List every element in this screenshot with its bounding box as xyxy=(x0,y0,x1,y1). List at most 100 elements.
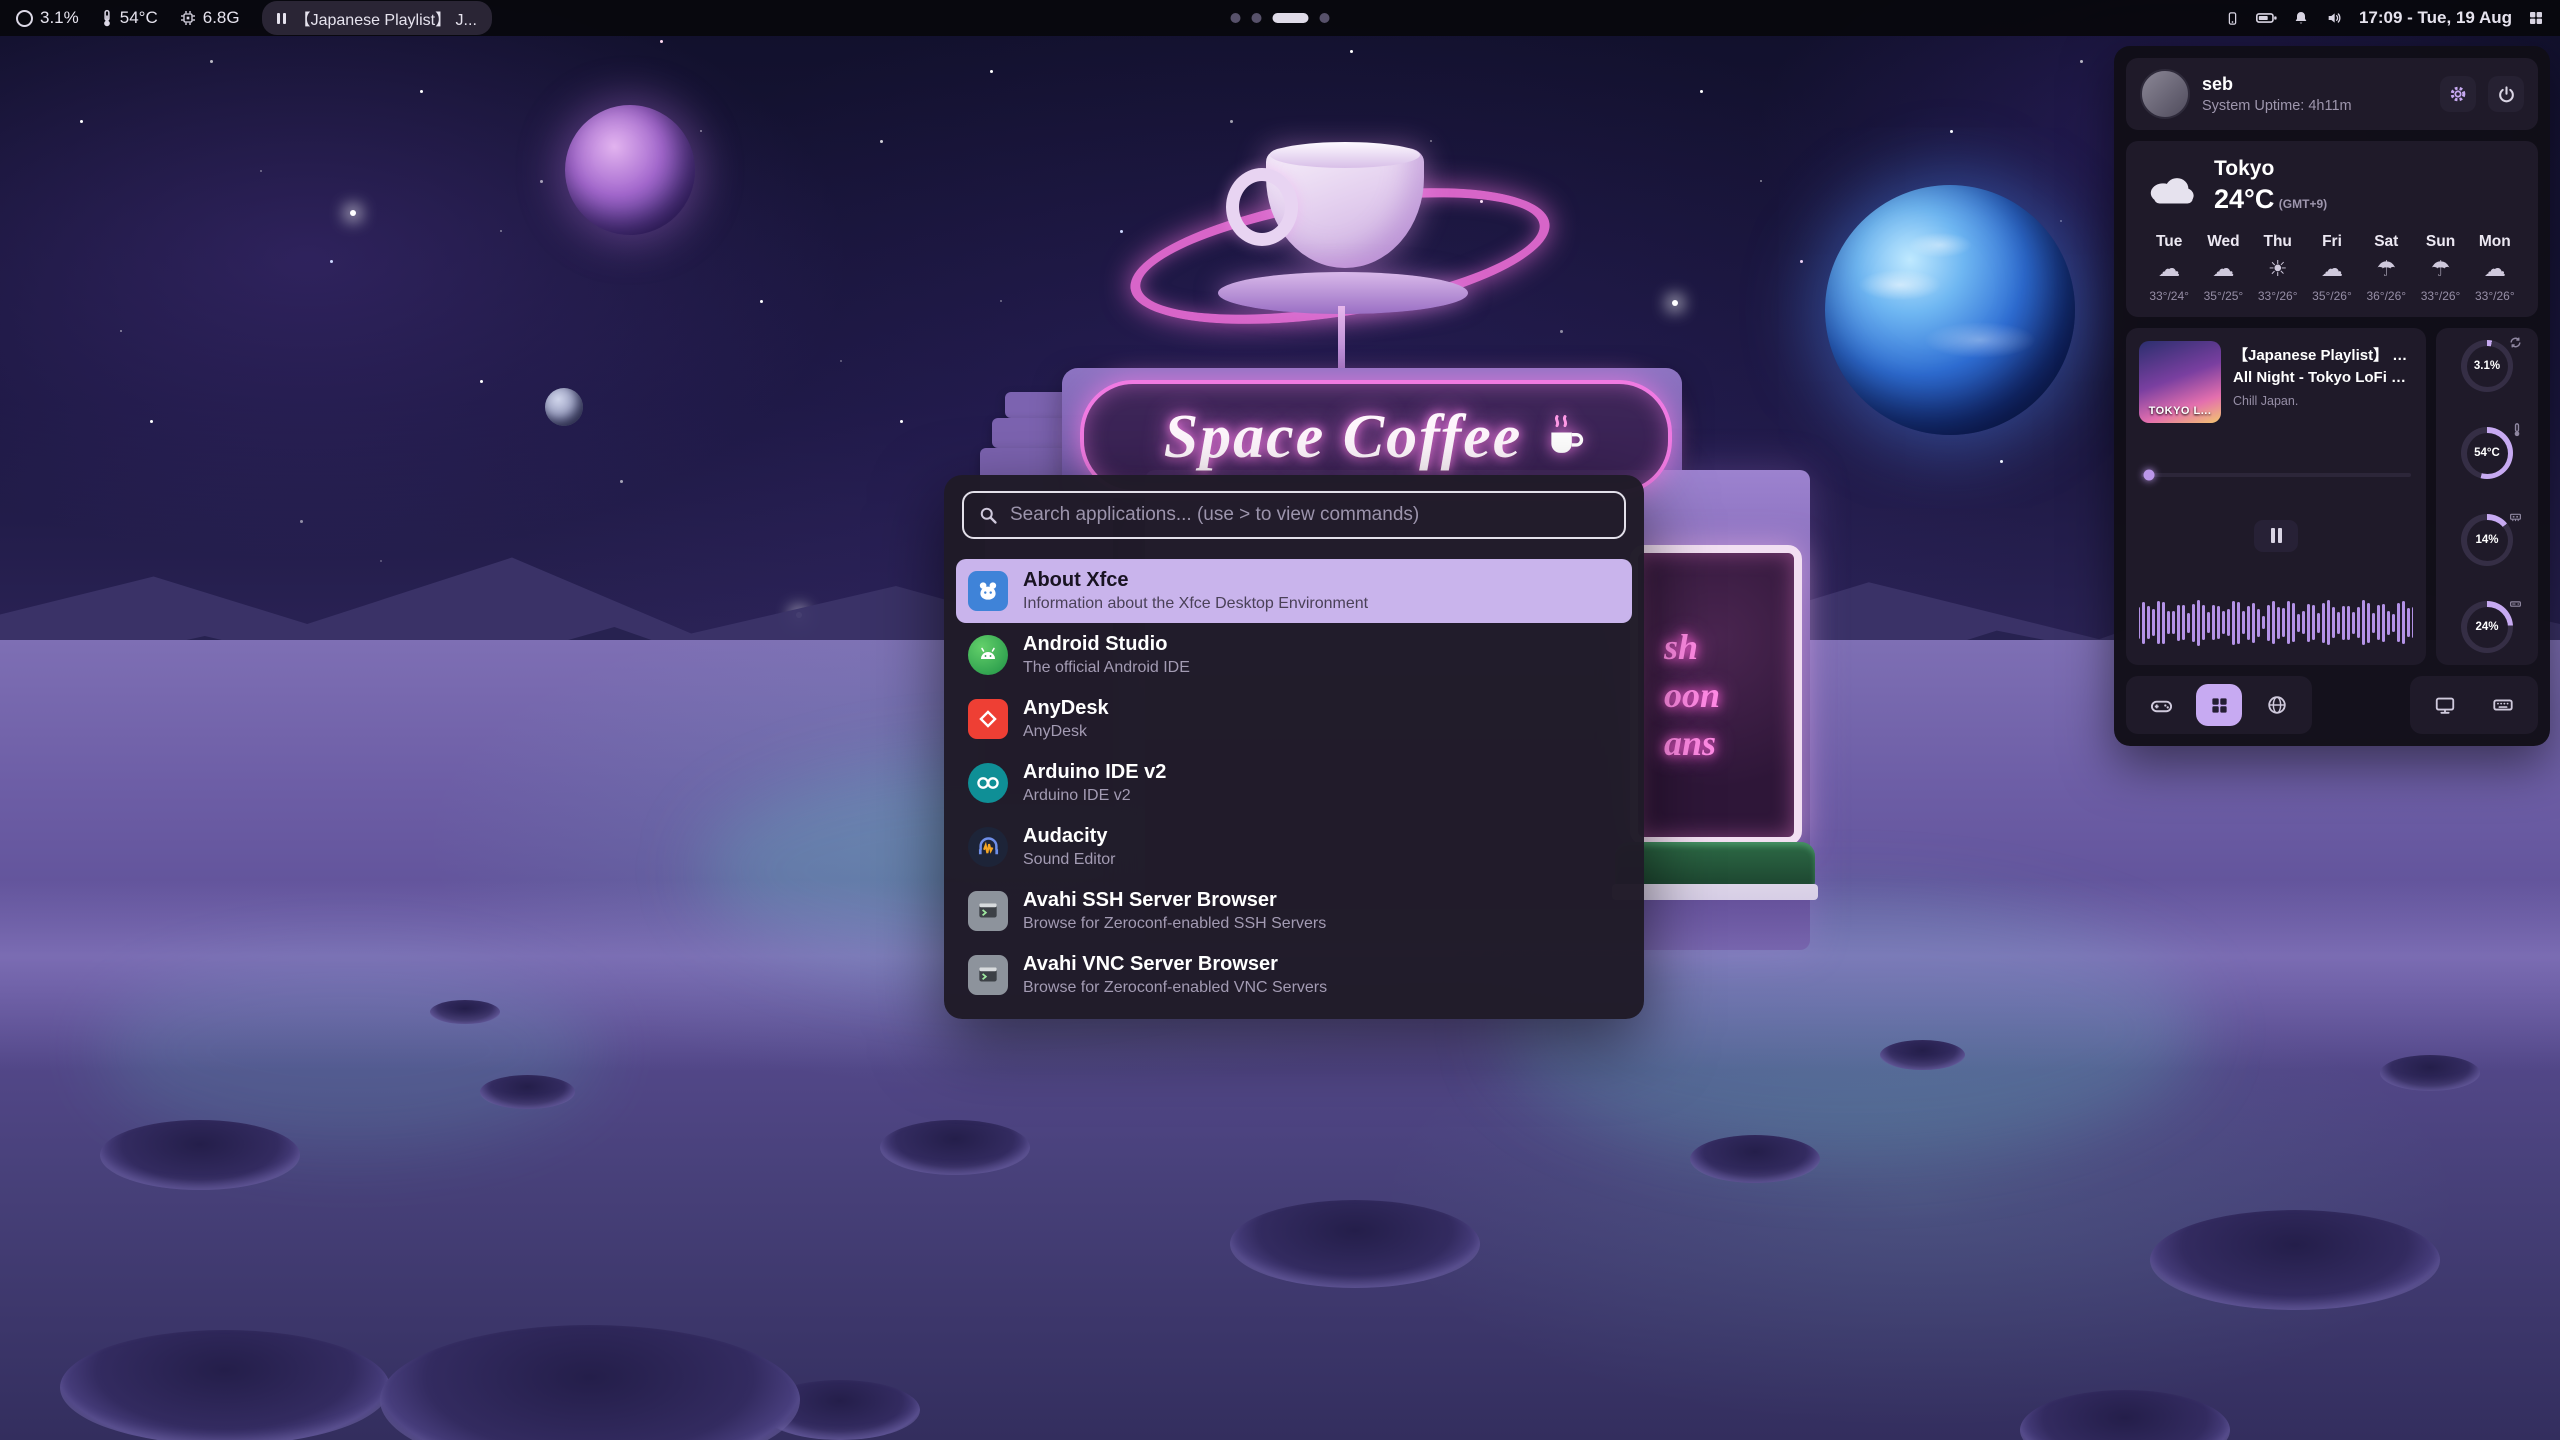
memory-chip-icon xyxy=(180,10,196,26)
media-progress-bar[interactable] xyxy=(2141,473,2411,477)
cloud-icon xyxy=(2142,166,2198,206)
quick-actions-left xyxy=(2126,676,2312,734)
temp-value: 54°C xyxy=(120,8,158,28)
app-desc: Browse for Zeroconf-enabled VNC Servers xyxy=(1023,979,1327,997)
app-desc: Sound Editor xyxy=(1023,851,1116,869)
forecast-day: Sat ☂ 36°/26° xyxy=(2359,233,2413,303)
pause-icon xyxy=(2271,528,2282,543)
app-item-arduino-ide[interactable]: Arduino IDE v2 Arduino IDE v2 xyxy=(956,751,1632,815)
stats-card: 3.1% 54°C xyxy=(2436,328,2538,665)
app-title: About Xfce xyxy=(1023,569,1368,592)
app-item-about-xfce[interactable]: About Xfce Information about the Xfce De… xyxy=(956,559,1632,623)
app-title: Android Studio xyxy=(1023,633,1190,656)
memory-stat: 14% xyxy=(2461,514,2513,566)
app-item-audacity[interactable]: Audacity Sound Editor xyxy=(956,815,1632,879)
media-pill[interactable]: 【Japanese Playlist】 J... xyxy=(262,1,492,35)
forecast-day: Thu ☀ 33°/26° xyxy=(2251,233,2305,303)
bell-icon[interactable] xyxy=(2293,10,2309,26)
memory-indicator: 6.8G xyxy=(180,8,240,28)
app-item-android-studio[interactable]: Android Studio The official Android IDE xyxy=(956,623,1632,687)
crater xyxy=(2380,1055,2480,1091)
shop-ledge xyxy=(1005,392,1090,418)
cpu-load-icon xyxy=(2509,336,2522,349)
power-button[interactable] xyxy=(2488,76,2524,112)
app-item-avahi-ssh[interactable]: Avahi SSH Server Browser Browse for Zero… xyxy=(956,879,1632,943)
avahi-ssh-icon xyxy=(968,891,1008,931)
search-icon xyxy=(978,505,998,525)
apps-button[interactable] xyxy=(2196,684,2242,726)
temp-stat: 54°C xyxy=(2461,427,2513,479)
sign-pole xyxy=(1338,306,1345,384)
forecast-day: Sun ☂ 33°/26° xyxy=(2413,233,2467,303)
weather-cloud-icon: ☁ xyxy=(2321,259,2343,281)
bright-star xyxy=(1672,300,1678,306)
crater xyxy=(430,1000,500,1024)
neon-sign-text: Space Coffee xyxy=(1164,402,1523,473)
floating-cup xyxy=(1266,148,1424,268)
clock[interactable]: 17:09 - Tue, 19 Aug xyxy=(2359,8,2512,28)
media-pill-label: 【Japanese Playlist】 J... xyxy=(295,6,477,30)
monitor-icon xyxy=(2434,694,2456,716)
crater xyxy=(1690,1135,1820,1183)
arduino-icon xyxy=(968,763,1008,803)
app-title: Avahi VNC Server Browser xyxy=(1023,953,1327,976)
gamepad-icon xyxy=(2150,694,2173,717)
screen-button[interactable] xyxy=(2422,684,2468,726)
forecast-day: Tue ☁ 33°/24° xyxy=(2142,233,2196,303)
weather-rain-icon: ☂ xyxy=(2376,259,2396,281)
progress-knob[interactable] xyxy=(2144,470,2155,481)
disk-stat-value: 24% xyxy=(2475,621,2498,633)
battery-icon[interactable] xyxy=(2256,12,2277,24)
media-card: TOKYO L... 【Japanese Playlist】 Japan All… xyxy=(2126,328,2426,665)
app-item-avahi-vnc[interactable]: Avahi VNC Server Browser Browse for Zero… xyxy=(956,943,1632,1007)
forecast-day: Wed ☁ 35°/25° xyxy=(2196,233,2250,303)
weather-city: Tokyo xyxy=(2214,157,2327,181)
thermometer-icon xyxy=(101,9,113,28)
app-grid-icon[interactable] xyxy=(2528,10,2544,26)
app-item-anydesk[interactable]: AnyDesk AnyDesk xyxy=(956,687,1632,751)
media-title: All Night - Tokyo LoFi Chill... xyxy=(2233,369,2413,386)
workspace-dot[interactable] xyxy=(1252,13,1262,23)
saturn-ring xyxy=(1121,164,1559,349)
crater xyxy=(100,1120,300,1190)
search-input[interactable] xyxy=(1008,503,1610,527)
gamepad-button[interactable] xyxy=(2138,684,2184,726)
keyboard-button[interactable] xyxy=(2480,684,2526,726)
cpu-gauge-icon xyxy=(16,10,33,27)
settings-button[interactable] xyxy=(2440,76,2476,112)
crater xyxy=(60,1330,390,1440)
small-moon xyxy=(545,388,583,426)
globe-button[interactable] xyxy=(2254,684,2300,726)
temp-stat-value: 54°C xyxy=(2474,447,2500,459)
top-bar-left: 3.1% 54°C xyxy=(16,1,492,35)
app-desc: Arduino IDE v2 xyxy=(1023,787,1166,805)
app-title: Audacity xyxy=(1023,825,1116,848)
workspace-dot[interactable] xyxy=(1231,13,1241,23)
crater xyxy=(2150,1210,2440,1310)
planet-purple xyxy=(565,105,695,235)
forecast-row: Tue ☁ 33°/24° Wed ☁ 35°/25° Thu ☀ 33°/26… xyxy=(2142,233,2522,303)
app-desc: AnyDesk xyxy=(1023,723,1109,741)
workspace-dot[interactable] xyxy=(1320,13,1330,23)
waveform xyxy=(2139,594,2413,652)
search-box[interactable] xyxy=(962,491,1626,539)
weather-cloud-icon: ☁ xyxy=(2484,259,2506,281)
avatar xyxy=(2140,69,2190,119)
app-desc: The official Android IDE xyxy=(1023,659,1190,677)
user-name: seb xyxy=(2202,74,2428,95)
pause-button[interactable] xyxy=(2254,520,2298,552)
bright-star xyxy=(350,210,356,216)
crater xyxy=(880,1120,1030,1175)
cup-handle xyxy=(1226,168,1298,246)
cpu-stat-value: 3.1% xyxy=(2474,360,2500,372)
apps-grid-icon xyxy=(2210,696,2229,715)
weather-sun-icon: ☀ xyxy=(2268,259,2288,281)
volume-icon[interactable] xyxy=(2325,10,2343,26)
phone-link-icon[interactable] xyxy=(2225,10,2240,27)
crater xyxy=(1230,1200,1480,1288)
workspace-dot-active[interactable] xyxy=(1273,13,1309,23)
disk-stat: 24% xyxy=(2461,601,2513,653)
disk-icon xyxy=(2509,597,2522,610)
app-title: Avahi SSH Server Browser xyxy=(1023,889,1326,912)
weather-cloud-icon: ☁ xyxy=(2212,259,2234,281)
